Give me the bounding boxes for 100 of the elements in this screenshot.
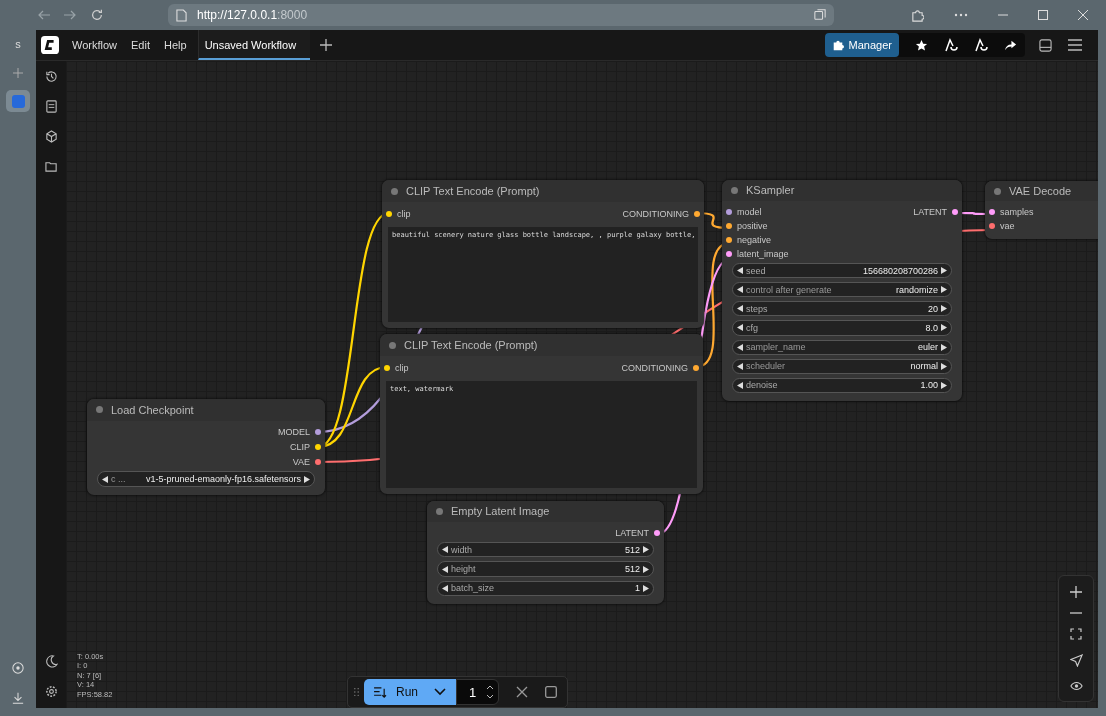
- fit-view-icon[interactable]: [1070, 628, 1082, 640]
- collapse-dot-icon[interactable]: [436, 507, 443, 515]
- input-slot-dot[interactable]: [726, 250, 732, 257]
- left-arrow-icon[interactable]: [442, 584, 448, 592]
- input-slot-dot[interactable]: [726, 236, 732, 243]
- collapse-dot-icon[interactable]: [994, 187, 1001, 195]
- output-label: CONDITIONING: [621, 362, 688, 373]
- output-slot-dot[interactable]: [693, 364, 699, 371]
- widget-field[interactable]: scheduler normal: [732, 358, 952, 374]
- more-icon[interactable]: [954, 13, 968, 17]
- right-arrow-icon[interactable]: [643, 584, 649, 592]
- node-card[interactable]: Empty Latent Image LATENT width 512 height 512 batch_size 1: [427, 501, 664, 604]
- left-arrow-icon[interactable]: [442, 565, 448, 573]
- target-icon[interactable]: [12, 662, 24, 674]
- app-logo[interactable]: [41, 36, 59, 54]
- widget-field[interactable]: batch_size 1: [437, 580, 654, 596]
- input-slot-dot[interactable]: [386, 210, 392, 217]
- widget-field[interactable]: sampler_name euler: [732, 339, 952, 355]
- output-label: CONDITIONING: [622, 208, 689, 219]
- navigation-arrow-icon[interactable]: [1069, 654, 1083, 667]
- collapse-dot-icon[interactable]: [731, 186, 738, 194]
- reload-icon[interactable]: [90, 8, 104, 22]
- share-icon[interactable]: [1004, 38, 1017, 52]
- moon-icon[interactable]: [44, 655, 58, 668]
- widget-field[interactable]: seed 156680208700286: [732, 262, 952, 279]
- document-icon[interactable]: [44, 100, 58, 113]
- left-arrow-icon[interactable]: [737, 305, 743, 313]
- settings-icon[interactable]: [44, 685, 58, 698]
- close-icon[interactable]: [516, 686, 529, 698]
- run-options-button[interactable]: [428, 679, 456, 705]
- left-arrow-icon[interactable]: [737, 267, 743, 275]
- widget-field[interactable]: denoise 1.00: [732, 377, 952, 393]
- collapse-dot-icon[interactable]: [389, 341, 396, 349]
- input-slot-dot[interactable]: [384, 364, 390, 371]
- menu-item[interactable]: Edit: [124, 39, 157, 51]
- output-slot-dot[interactable]: [315, 429, 321, 436]
- menu-item[interactable]: Help: [157, 39, 194, 51]
- widget-field[interactable]: control after generate randomize: [732, 282, 952, 298]
- menu-item[interactable]: Workflow: [65, 39, 125, 51]
- widget-field[interactable]: cfg 8.0: [732, 320, 952, 336]
- drag-handle-icon[interactable]: [354, 687, 359, 697]
- node-card[interactable]: VAE Decode samples vae: [985, 181, 1098, 239]
- widget-field[interactable]: c ... v1-5-pruned-emaonly-fp16.safetensors: [97, 471, 315, 487]
- run-button[interactable]: Run: [364, 679, 428, 705]
- input-slot-dot[interactable]: [726, 222, 732, 229]
- collapse-dot-icon[interactable]: [391, 187, 398, 195]
- collapse-dot-icon[interactable]: [96, 406, 103, 414]
- manager-button[interactable]: Manager: [824, 33, 899, 57]
- node-card[interactable]: Load Checkpoint MODEL CLIP VAE c ... v1-5-pruned-emaonly-fp16.safetensors: [87, 399, 325, 495]
- left-arrow-icon[interactable]: [737, 286, 743, 294]
- eye-icon[interactable]: [1069, 681, 1083, 691]
- zoom-in-icon[interactable]: [1070, 586, 1082, 598]
- widget-field[interactable]: width 512: [437, 542, 654, 558]
- output-slot-dot[interactable]: [952, 208, 958, 215]
- right-arrow-icon[interactable]: [941, 381, 947, 389]
- output-slot-dot[interactable]: [694, 210, 700, 217]
- right-arrow-icon[interactable]: [941, 362, 947, 370]
- right-arrow-icon[interactable]: [941, 267, 947, 275]
- reader-icon[interactable]: [814, 9, 826, 21]
- right-arrow-icon[interactable]: [643, 565, 649, 573]
- widget-field[interactable]: height 512: [437, 561, 654, 577]
- extension-icon[interactable]: [911, 8, 924, 22]
- widget-value: randomize: [895, 284, 938, 295]
- widget-field[interactable]: steps 20: [732, 301, 952, 317]
- node-card[interactable]: KSampler model LATENT positive negative latent_image seed 156680208700286 control after generate randomize steps 20 cfg 8.0 sampler_name euler scheduler normal denoise 1.00: [722, 180, 962, 401]
- add-icon[interactable]: [320, 39, 333, 51]
- menu-icon[interactable]: [1068, 39, 1082, 51]
- right-arrow-icon[interactable]: [304, 475, 310, 483]
- profile-initial[interactable]: s: [15, 38, 21, 50]
- left-arrow-icon[interactable]: [737, 324, 743, 332]
- left-arrow-icon[interactable]: [737, 362, 743, 370]
- right-arrow-icon[interactable]: [941, 305, 947, 313]
- stop-icon[interactable]: [545, 686, 558, 698]
- output-slot-dot[interactable]: [315, 458, 321, 465]
- output-slot-dot[interactable]: [654, 530, 660, 536]
- input-slot-dot[interactable]: [989, 209, 995, 216]
- input-slot-dot[interactable]: [989, 223, 995, 230]
- address-bar[interactable]: http://127.0.0.1:8000: [168, 4, 834, 26]
- history-icon[interactable]: [44, 70, 58, 83]
- node-canvas[interactable]: [66, 61, 1098, 708]
- cube-icon[interactable]: [44, 130, 58, 143]
- right-arrow-icon[interactable]: [941, 286, 947, 294]
- maximize-icon[interactable]: [1038, 10, 1048, 20]
- increment-icon[interactable]: [486, 685, 495, 690]
- input-slot-dot[interactable]: [726, 208, 732, 215]
- left-arrow-icon[interactable]: [737, 343, 743, 351]
- folder-icon[interactable]: [44, 160, 58, 173]
- left-arrow-icon[interactable]: [737, 381, 743, 389]
- right-arrow-icon[interactable]: [941, 324, 947, 332]
- right-arrow-icon[interactable]: [643, 546, 649, 554]
- download-icon[interactable]: [12, 692, 24, 704]
- right-arrow-icon[interactable]: [941, 343, 947, 351]
- panel-icon[interactable]: [1039, 38, 1052, 52]
- decrement-icon[interactable]: [486, 694, 495, 699]
- output-slot-dot[interactable]: [315, 443, 321, 450]
- left-arrow-icon[interactable]: [442, 546, 448, 554]
- batch-count-field[interactable]: 1: [456, 679, 500, 705]
- workflow-tab[interactable]: Unsaved Workflow: [197, 30, 311, 60]
- left-arrow-icon[interactable]: [102, 475, 108, 483]
- star-icon[interactable]: [915, 38, 928, 52]
